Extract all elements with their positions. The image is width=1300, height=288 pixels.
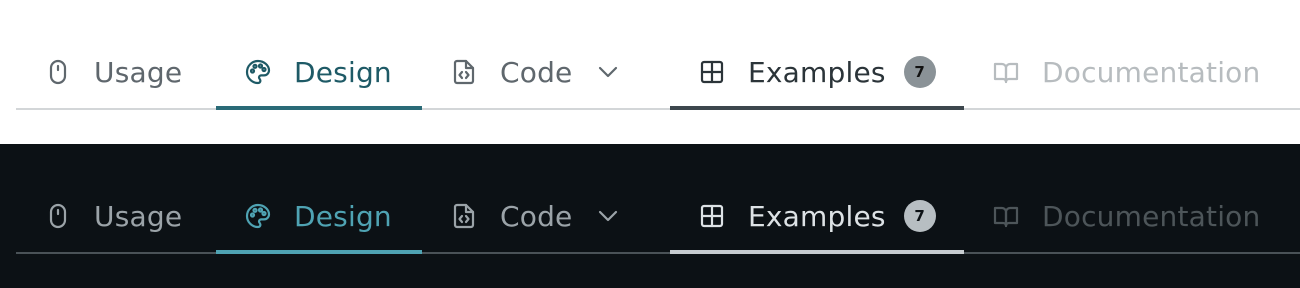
tab-documentation-label: Documentation	[1042, 55, 1261, 89]
chevron-down-icon[interactable]	[594, 202, 622, 230]
active-tab-indicator	[216, 250, 422, 254]
active-tab-indicator	[216, 106, 422, 110]
tabs-dark-theme: Usage Design Code Examples 7 Documentati…	[0, 144, 1300, 288]
book-icon	[992, 202, 1020, 230]
tab-usage[interactable]: Usage	[16, 180, 216, 252]
tab-examples[interactable]: Examples 7	[670, 36, 964, 110]
grid-icon	[698, 202, 726, 230]
book-icon	[992, 58, 1020, 86]
tab-documentation-label: Documentation	[1042, 199, 1261, 233]
selected-tab-indicator	[670, 250, 964, 254]
tab-examples-label: Examples	[748, 55, 886, 89]
grid-icon	[698, 58, 726, 86]
tab-design[interactable]: Design	[216, 180, 422, 254]
mouse-icon	[44, 58, 72, 86]
tab-code-label: Code	[500, 55, 573, 89]
palette-icon	[244, 58, 272, 86]
tab-examples[interactable]: Examples 7	[670, 180, 964, 254]
tab-usage[interactable]: Usage	[16, 36, 216, 108]
tab-usage-label: Usage	[94, 55, 183, 89]
tab-usage-label: Usage	[94, 199, 183, 233]
mouse-icon	[44, 202, 72, 230]
count-badge: 7	[903, 200, 936, 232]
palette-icon	[244, 202, 272, 230]
tab-code[interactable]: Code	[422, 180, 670, 252]
tab-documentation: Documentation	[964, 36, 1284, 108]
tab-documentation: Documentation	[964, 180, 1284, 252]
tab-code[interactable]: Code	[422, 36, 670, 108]
code-file-icon	[450, 202, 478, 230]
tabs-light-theme: Usage Design Code Examples 7 Documentati…	[0, 0, 1300, 144]
tab-bar: Usage Design Code Examples 7 Documentati…	[16, 36, 1300, 110]
chevron-down-icon[interactable]	[594, 58, 622, 86]
tab-code-label: Code	[500, 199, 573, 233]
code-file-icon	[450, 58, 478, 86]
tab-bar: Usage Design Code Examples 7 Documentati…	[16, 180, 1300, 254]
tab-examples-label: Examples	[748, 199, 886, 233]
count-badge: 7	[903, 56, 936, 88]
tab-design-label: Design	[294, 55, 392, 89]
selected-tab-indicator	[670, 106, 964, 110]
tab-design[interactable]: Design	[216, 36, 422, 110]
tab-design-label: Design	[294, 199, 392, 233]
